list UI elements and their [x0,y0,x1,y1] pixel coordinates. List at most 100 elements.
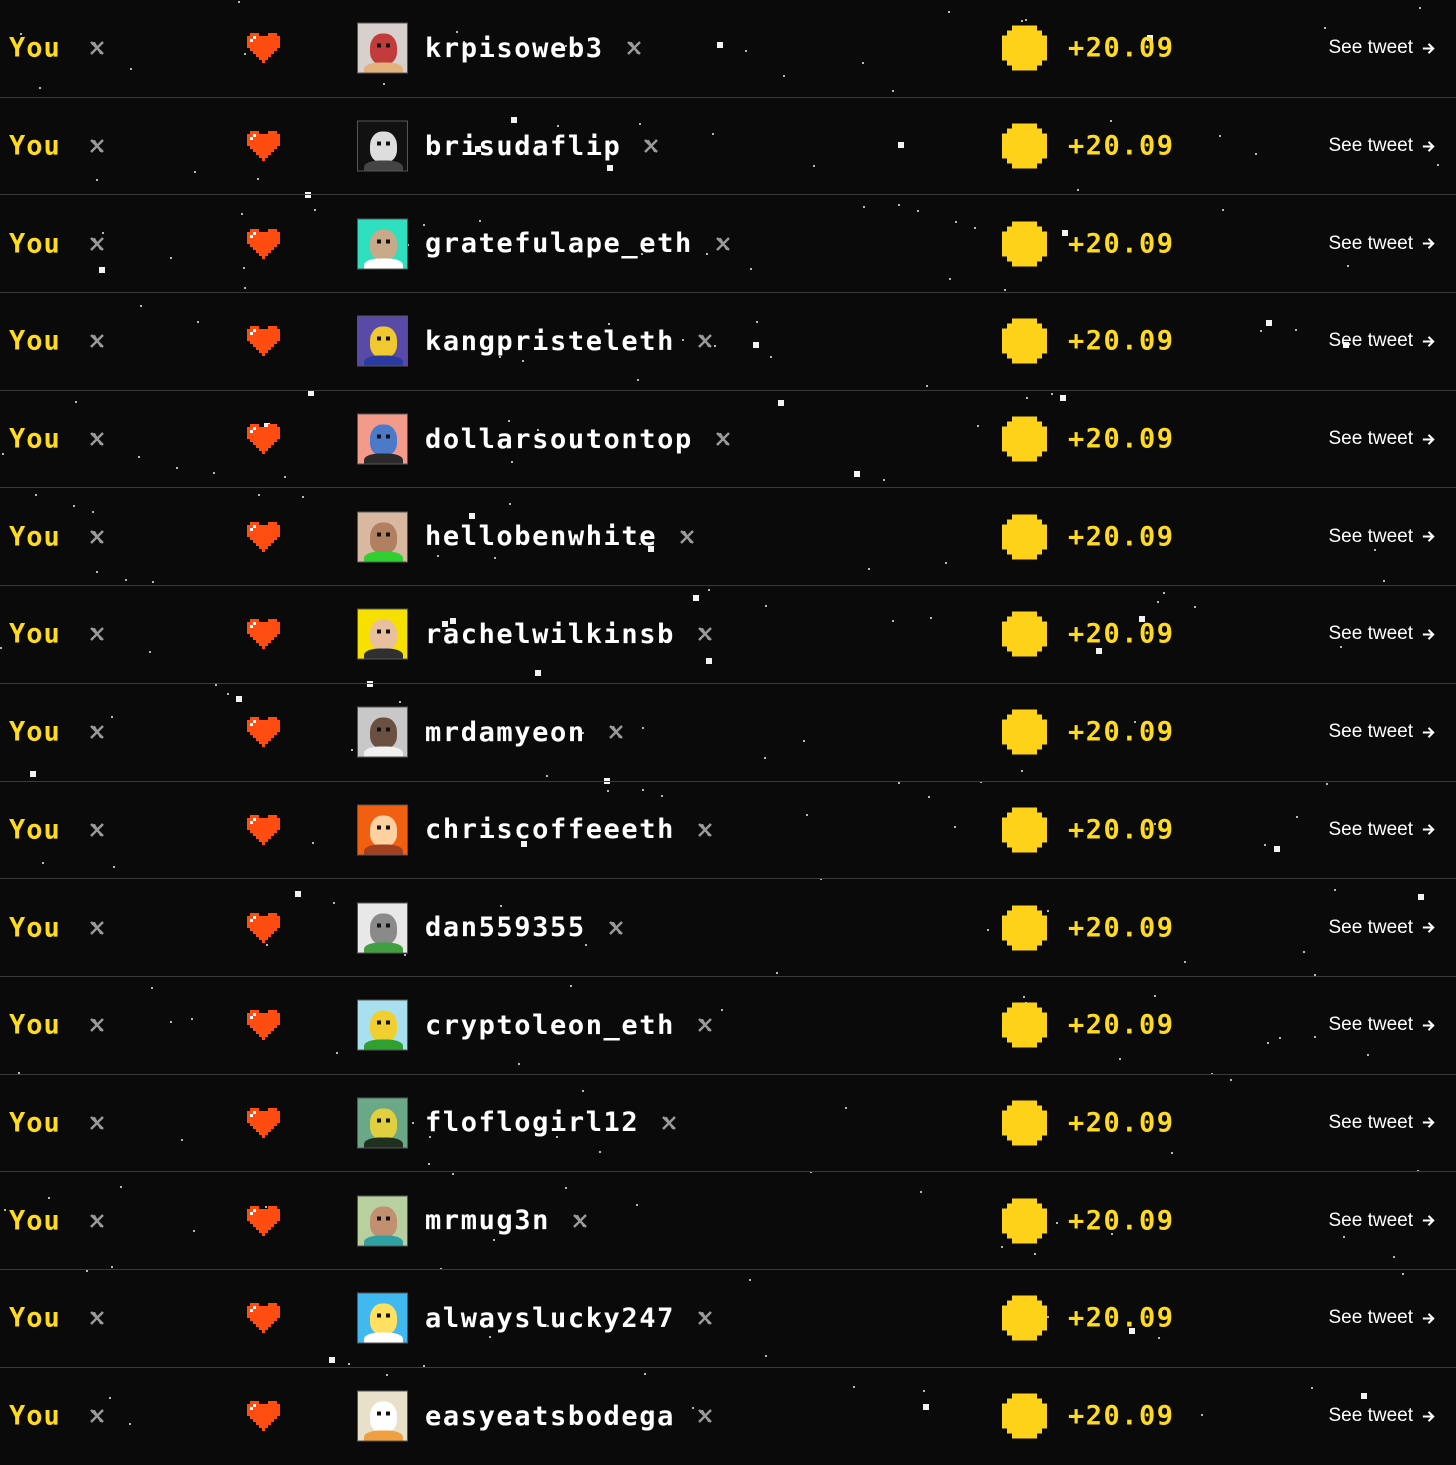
handle-name[interactable]: dan559355 [425,914,586,941]
see-tweet-link[interactable]: See tweet [1329,623,1437,645]
x-logo-icon[interactable] [89,1408,105,1424]
see-tweet-label: See tweet [1328,232,1414,254]
x-logo-icon[interactable] [89,920,105,936]
avatar[interactable] [357,706,408,758]
x-logo-icon[interactable] [89,626,105,642]
x-logo-icon[interactable] [661,1115,677,1131]
see-tweet-link[interactable]: See tweet [1329,526,1437,548]
see-tweet-link[interactable]: See tweet [1329,819,1437,841]
handle-name[interactable]: floflogirl12 [425,1109,639,1136]
see-tweet-link[interactable]: See tweet [1329,1014,1437,1036]
avatar-body [364,453,403,464]
see-tweet-link[interactable]: See tweet [1329,428,1437,450]
x-logo-icon[interactable] [608,920,624,936]
avatar[interactable] [357,218,408,270]
avatar[interactable] [357,608,408,660]
x-logo-icon[interactable] [89,1017,105,1033]
see-tweet-link[interactable]: See tweet [1329,721,1437,743]
handle-name[interactable]: mrmug3n [425,1207,550,1234]
avatar[interactable] [357,999,408,1051]
avatar[interactable] [357,902,408,954]
handle-name[interactable]: kangpristeleth [425,328,675,355]
x-logo-icon[interactable] [608,724,624,740]
handle-group: mrdamyeon [425,684,624,781]
handle-group: easyeatsbodega [425,1368,713,1465]
x-logo-icon[interactable] [626,40,642,56]
see-tweet-link[interactable]: See tweet [1329,1112,1437,1134]
x-logo-icon[interactable] [89,333,105,349]
x-logo-icon[interactable] [89,529,105,545]
pixel-coin-icon [1002,709,1047,755]
x-logo-icon[interactable] [697,1408,713,1424]
x-logo-icon[interactable] [89,236,105,252]
see-tweet-link[interactable]: See tweet [1329,330,1437,352]
handle-name[interactable]: easyeatsbodega [425,1403,675,1430]
avatar[interactable] [357,1390,408,1442]
handle-name[interactable]: gratefulape_eth [425,230,693,257]
handle-name[interactable]: alwayslucky247 [425,1305,675,1332]
x-logo-icon[interactable] [697,1017,713,1033]
x-logo-icon[interactable] [679,529,695,545]
handle-name[interactable]: dollarsoutontop [425,426,693,453]
x-logo-icon[interactable] [643,138,659,154]
x-logo-icon[interactable] [697,1310,713,1326]
activity-row: You krpisoweb3 +20.09 See tweet [0,0,1456,98]
see-tweet-label: See tweet [1328,721,1414,743]
x-logo-icon[interactable] [715,236,731,252]
arrow-right-icon [1422,1312,1435,1324]
avatar[interactable] [357,120,408,172]
pixel-coin-icon [1002,1198,1047,1244]
avatar-eye [377,532,381,537]
avatar[interactable] [357,1292,408,1344]
see-tweet-link[interactable]: See tweet [1329,1210,1437,1232]
avatar[interactable] [357,413,408,465]
activity-row: You mrdamyeon +20.09 See tweet [0,684,1456,782]
handle-name[interactable]: mrdamyeon [425,719,586,746]
pixel-heart-icon [247,1010,280,1041]
x-logo-icon[interactable] [89,1213,105,1229]
avatar[interactable] [357,315,408,367]
activity-row: You brisudaflip +20.09 See tweet [0,98,1456,196]
avatar[interactable] [357,1195,408,1247]
x-logo-icon[interactable] [89,1115,105,1131]
handle-name[interactable]: rachelwilkinsb [425,621,675,648]
handle-name[interactable]: cryptoleon_eth [425,1012,675,1039]
x-logo-icon[interactable] [89,822,105,838]
x-logo-icon[interactable] [89,431,105,447]
avatar[interactable] [357,22,408,74]
you-label: You [9,130,61,162]
handle-name[interactable]: hellobenwhite [425,523,657,550]
see-tweet-link[interactable]: See tweet [1329,1307,1437,1329]
handle-name[interactable]: brisudaflip [425,133,621,160]
avatar[interactable] [357,1097,408,1149]
x-logo-icon[interactable] [697,333,713,349]
pixel-heart-icon [247,1107,280,1138]
avatar[interactable] [357,511,408,563]
arrow-right-icon [1422,1019,1435,1031]
arrow-right-icon [1422,140,1435,152]
avatar-eye [377,1118,381,1123]
x-logo-icon[interactable] [89,724,105,740]
arrow-right-icon [1422,335,1435,347]
avatar-eye [386,239,390,244]
see-tweet-link[interactable]: See tweet [1329,135,1437,157]
x-logo-icon[interactable] [572,1213,588,1229]
avatar-body [364,551,403,562]
see-tweet-link[interactable]: See tweet [1329,37,1437,59]
handle-name[interactable]: chriscoffeeeth [425,816,675,843]
x-logo-icon[interactable] [715,431,731,447]
avatar[interactable] [357,804,408,856]
see-tweet-label: See tweet [1328,1307,1414,1329]
x-logo-icon[interactable] [697,822,713,838]
see-tweet-link[interactable]: See tweet [1329,917,1437,939]
x-logo-icon[interactable] [89,1310,105,1326]
see-tweet-link[interactable]: See tweet [1329,1405,1437,1427]
x-logo-icon[interactable] [697,626,713,642]
x-logo-icon[interactable] [89,138,105,154]
handle-name[interactable]: krpisoweb3 [425,35,604,62]
x-logo-icon[interactable] [89,40,105,56]
see-tweet-link[interactable]: See tweet [1329,233,1437,255]
arrow-right-icon [1422,238,1435,250]
avatar-eye [386,1216,390,1221]
arrow-right-icon [1422,922,1435,933]
